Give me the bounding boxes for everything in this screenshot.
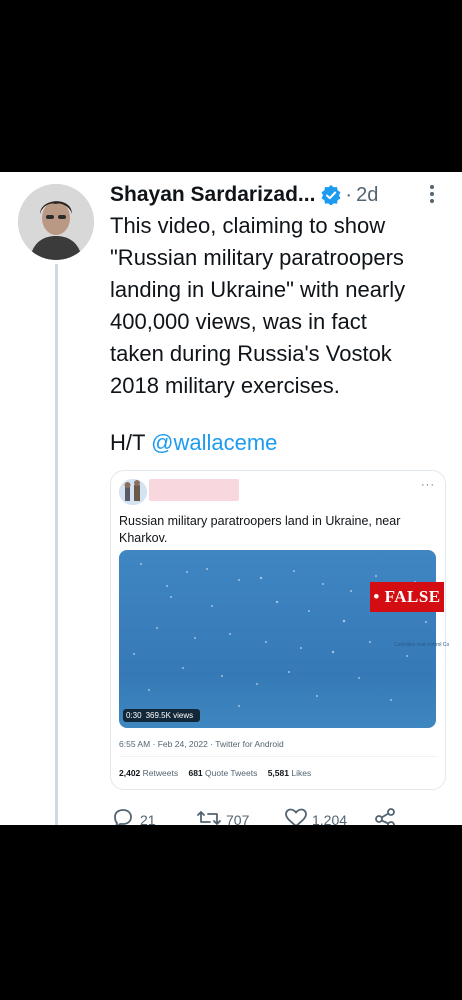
quoted-avatar — [119, 479, 147, 505]
reply-icon — [112, 808, 134, 825]
false-label-badge: • FALSE — [370, 582, 444, 612]
hat-tip: H/T @wallaceme — [110, 430, 277, 456]
video-views: 369.5K views — [145, 711, 194, 720]
video-duration: 0:30 — [126, 711, 142, 720]
likes-count: 5,581 — [267, 768, 289, 778]
separator-dot: · — [345, 183, 353, 206]
like-button[interactable]: 1,204 — [284, 808, 347, 825]
retweet-count: 707 — [226, 811, 250, 826]
paratroopers-sky-image — [133, 563, 427, 707]
retweets-label: Retweets — [142, 768, 179, 778]
heart-icon — [284, 808, 308, 825]
retweet-button[interactable]: 707 — [196, 808, 249, 825]
quoted-more-icon[interactable]: ··· — [421, 479, 435, 491]
share-button[interactable] — [374, 808, 396, 825]
tweet-time[interactable]: 2d — [356, 184, 378, 207]
thread-line — [55, 264, 58, 825]
video-caption-overlay: Contrôles oral control Co — [394, 642, 450, 648]
mention-link[interactable]: @wallaceme — [151, 430, 277, 455]
retweets-stat[interactable]: 2,402 Retweets — [119, 768, 178, 778]
tweet-panel: Shayan Sardarizad... · 2d This video, cl… — [0, 172, 462, 825]
retweet-icon — [196, 808, 222, 825]
quote-tweets-stat[interactable]: 681 Quote Tweets — [188, 768, 257, 778]
author-avatar[interactable] — [18, 184, 94, 260]
retweets-count: 2,402 — [119, 768, 141, 778]
hat-tip-prefix: H/T — [110, 430, 152, 455]
quote-tweets-label: Quote Tweets — [205, 768, 258, 778]
likes-stat[interactable]: 5,581 Likes — [268, 768, 312, 778]
verified-badge-icon — [321, 185, 341, 206]
like-count: 1,204 — [312, 811, 348, 826]
quoted-meta: 6:55 AM · Feb 24, 2022 · Twitter for And… — [119, 739, 284, 749]
redacted-username — [149, 479, 239, 501]
more-options-icon[interactable] — [422, 182, 442, 206]
tweet-header: Shayan Sardarizad... · 2d — [110, 180, 450, 210]
share-icon — [374, 808, 396, 825]
quoted-tweet[interactable]: ··· Russian military paratroopers land i… — [110, 470, 446, 790]
likes-label: Likes — [291, 768, 312, 778]
quote-tweets-count: 681 — [188, 768, 203, 778]
tweet-actions: 21 707 1,204 — [112, 808, 412, 825]
reply-count: 21 — [140, 811, 156, 826]
quoted-text: Russian military paratroopers land in Uk… — [119, 514, 401, 545]
quoted-video[interactable]: 0:30 369.5K views — [119, 550, 436, 728]
video-badge: 0:30 369.5K views — [123, 709, 201, 722]
author-name[interactable]: Shayan Sardarizad... — [110, 183, 315, 207]
quoted-divider — [119, 756, 437, 757]
reply-button[interactable]: 21 — [112, 808, 156, 825]
quoted-stats: 2,402 Retweets 681 Quote Tweets 5,581 Li… — [119, 768, 319, 778]
tweet-text: This video, claiming to show "Russian mi… — [110, 213, 406, 398]
